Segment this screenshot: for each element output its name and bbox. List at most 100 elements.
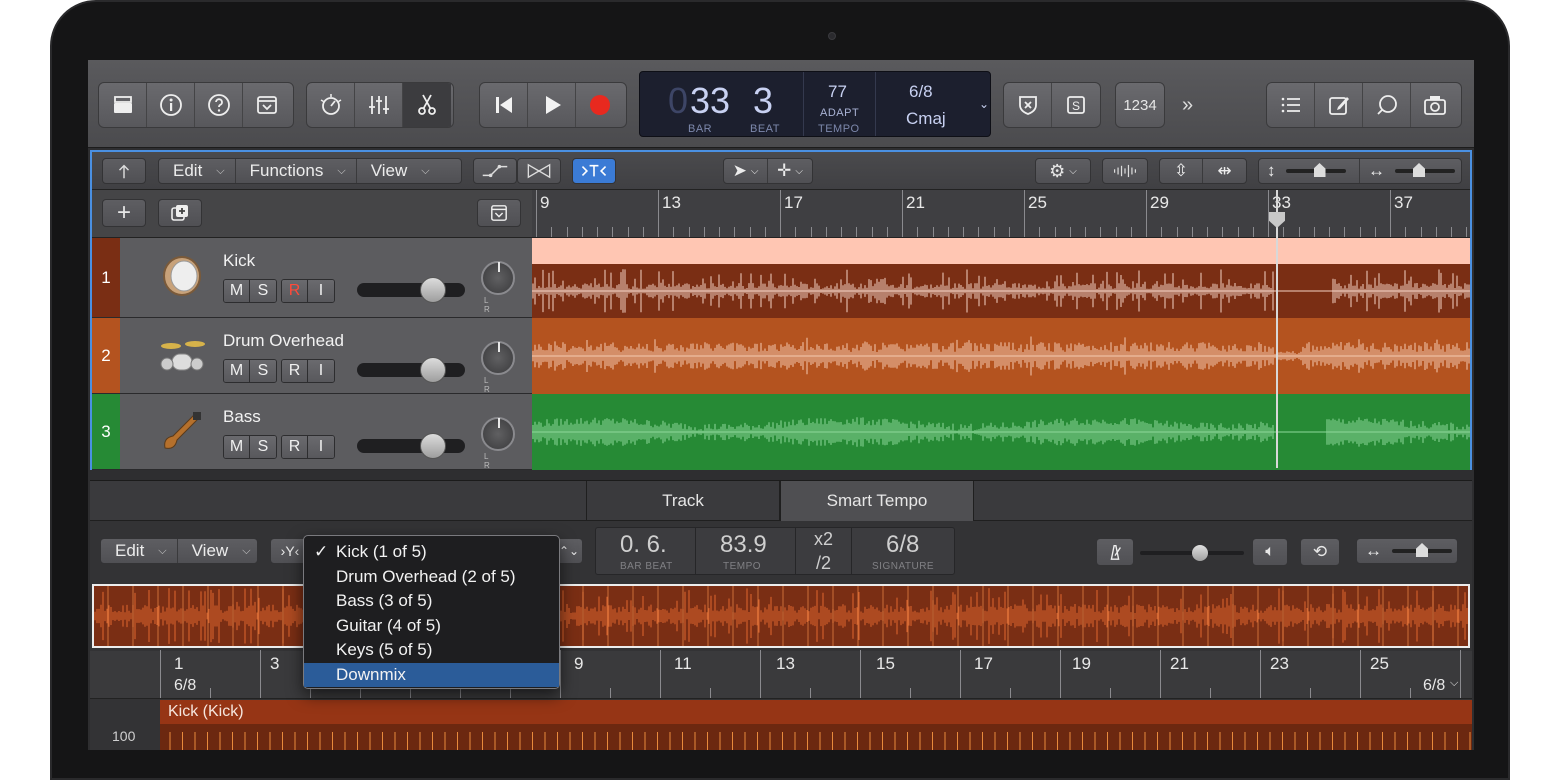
mute-button[interactable]: M xyxy=(224,280,250,302)
input-monitoring-button[interactable]: I xyxy=(308,280,334,302)
record-enable-button[interactable]: R xyxy=(282,280,308,302)
track-region[interactable] xyxy=(532,238,1470,318)
dropdown-item-label: Guitar (4 of 5) xyxy=(336,615,441,635)
view-menu[interactable]: View ⌵ xyxy=(357,159,440,183)
lcd-menu-chevron-icon[interactable]: ⌄ xyxy=(975,71,993,137)
edit-menu[interactable]: Edit ⌵ xyxy=(159,159,236,183)
bass-guitar-icon xyxy=(164,412,201,449)
record-enable-button[interactable]: R xyxy=(282,360,308,382)
smart-controls-button[interactable] xyxy=(307,83,355,127)
duplicate-track-button[interactable] xyxy=(158,199,202,227)
editor-edit-menu[interactable]: Edit ⌵ xyxy=(101,539,178,563)
editor-ruler-bar-number: 3 xyxy=(270,654,280,673)
mute-button[interactable]: M xyxy=(224,436,250,458)
track-header[interactable]: 2 Drum Overhead M S R I L R xyxy=(92,318,532,394)
loop-browser-button[interactable] xyxy=(1363,83,1411,127)
chevron-down-icon[interactable]: ⌵ xyxy=(1450,677,1458,690)
pan-knob[interactable] xyxy=(481,341,515,375)
double-tempo[interactable]: x2 xyxy=(814,529,833,550)
volume-knob[interactable] xyxy=(1192,545,1208,561)
tempo-multiplier[interactable]: x2 /2 xyxy=(796,528,852,574)
catch-button[interactable] xyxy=(572,158,616,184)
toolbar-button[interactable] xyxy=(243,83,291,127)
fit-vertical-button[interactable]: ⇳ xyxy=(1160,159,1204,183)
list-editors-button[interactable] xyxy=(1267,83,1315,127)
record-button[interactable] xyxy=(576,83,624,127)
dropdown-item[interactable]: Drum Overhead (2 of 5) xyxy=(304,565,559,590)
editor-zoom-slider[interactable]: ↔ xyxy=(1356,538,1458,564)
timeline-ruler[interactable]: 9 13 17 21 25 29 33 37 xyxy=(532,190,1470,238)
solo-button[interactable]: S xyxy=(250,360,276,382)
quick-help-button[interactable] xyxy=(195,83,243,127)
solo-button[interactable]: S xyxy=(250,280,276,302)
volume-slider[interactable] xyxy=(1140,545,1244,561)
dropdown-item[interactable]: Guitar (4 of 5) xyxy=(304,614,559,639)
input-monitoring-button[interactable]: I xyxy=(308,436,334,458)
notepad-button[interactable] xyxy=(1315,83,1363,127)
volume-knob[interactable] xyxy=(420,433,446,459)
half-tempo[interactable]: /2 xyxy=(816,553,831,574)
region-overview[interactable] xyxy=(92,584,1470,648)
rewind-icon xyxy=(495,97,512,113)
track-header[interactable]: 3 Bass M S R I L R xyxy=(92,394,532,470)
signature-end[interactable]: 6/8 xyxy=(1423,677,1445,695)
editor-view-menu[interactable]: View ⌵ xyxy=(178,539,261,563)
volume-slider[interactable] xyxy=(357,357,465,383)
solo-button[interactable]: S xyxy=(1052,83,1100,127)
editor-ruler[interactable]: 6/8 6/8 ⌵ 1 3 9 11 13 15 17 19 21 23 25 xyxy=(90,650,1472,699)
speaker-button[interactable]: 🔈︎ xyxy=(1252,538,1288,566)
volume-slider[interactable] xyxy=(357,277,465,303)
go-to-beginning-button[interactable] xyxy=(480,83,528,127)
track-header[interactable]: 1 Kick M S R I L R xyxy=(92,238,532,318)
lcd-display[interactable]: 0 33 3 BAR BEAT 77 ADAPT TEMPO 6/8 Cmaj xyxy=(639,71,991,137)
tab-track[interactable]: Track xyxy=(586,481,780,521)
tab-smart-tempo[interactable]: Smart Tempo xyxy=(780,481,974,521)
more-chevrons-icon[interactable]: » xyxy=(1182,94,1193,117)
dropdown-item[interactable]: Keys (5 of 5) xyxy=(304,638,559,663)
inspector-button[interactable] xyxy=(147,83,195,127)
vertical-zoom-slider[interactable]: ↕ xyxy=(1259,159,1360,183)
pan-knob[interactable] xyxy=(481,417,515,451)
playhead[interactable] xyxy=(1276,190,1278,468)
volume-knob[interactable] xyxy=(420,277,446,303)
stepper-icon: ⌃⌄ xyxy=(558,544,580,558)
fit-horizontal-button[interactable]: ⇹ xyxy=(1203,159,1246,183)
track-region[interactable] xyxy=(532,318,1470,394)
horizontal-zoom-slider[interactable]: ↔ xyxy=(1360,159,1461,183)
cycle-button[interactable]: ⟲ xyxy=(1300,538,1340,566)
automation-button[interactable] xyxy=(473,158,517,184)
mute-button[interactable]: M xyxy=(224,360,250,382)
global-tracks-button[interactable] xyxy=(477,199,521,227)
solo-button[interactable]: S xyxy=(250,436,276,458)
back-button[interactable] xyxy=(102,158,146,184)
metronome-button[interactable] xyxy=(1096,538,1134,566)
pan-knob[interactable] xyxy=(481,261,515,295)
volume-knob[interactable] xyxy=(420,357,446,383)
mixer-button[interactable] xyxy=(355,83,403,127)
marquee-tool[interactable]: ✛ ⌵ xyxy=(768,159,812,183)
editors-button[interactable] xyxy=(403,83,451,127)
add-track-button[interactable]: + xyxy=(102,199,146,227)
flex-button[interactable] xyxy=(517,158,561,184)
play-button[interactable] xyxy=(528,83,576,127)
functions-menu[interactable]: Functions ⌵ xyxy=(236,159,357,183)
count-in-button[interactable]: 1234 xyxy=(1116,83,1164,127)
waveform-zoom-button[interactable] xyxy=(1102,158,1148,184)
browsers-button[interactable] xyxy=(1411,83,1459,127)
settings-button[interactable]: ⚙ ⌵ xyxy=(1035,158,1091,184)
dropdown-item[interactable]: Downmix xyxy=(304,662,559,687)
track-name[interactable]: Kick xyxy=(223,251,255,271)
input-monitoring-button[interactable]: I xyxy=(308,360,334,382)
record-enable-button[interactable]: R xyxy=(282,436,308,458)
editor-menus: Edit ⌵ View ⌵ xyxy=(100,538,258,564)
dropdown-item[interactable]: ✓ Kick (1 of 5) xyxy=(304,540,559,565)
replace-button[interactable] xyxy=(1004,83,1052,127)
dropdown-item[interactable]: Bass (3 of 5) xyxy=(304,589,559,614)
track-name[interactable]: Drum Overhead xyxy=(223,331,344,351)
editor-region[interactable]: Kick (Kick) xyxy=(160,700,1472,750)
volume-slider[interactable] xyxy=(357,433,465,459)
library-button[interactable] xyxy=(99,83,147,127)
track-name[interactable]: Bass xyxy=(223,407,261,427)
track-region[interactable] xyxy=(532,394,1470,470)
pointer-tool[interactable]: ➤ ⌵ xyxy=(724,159,769,183)
